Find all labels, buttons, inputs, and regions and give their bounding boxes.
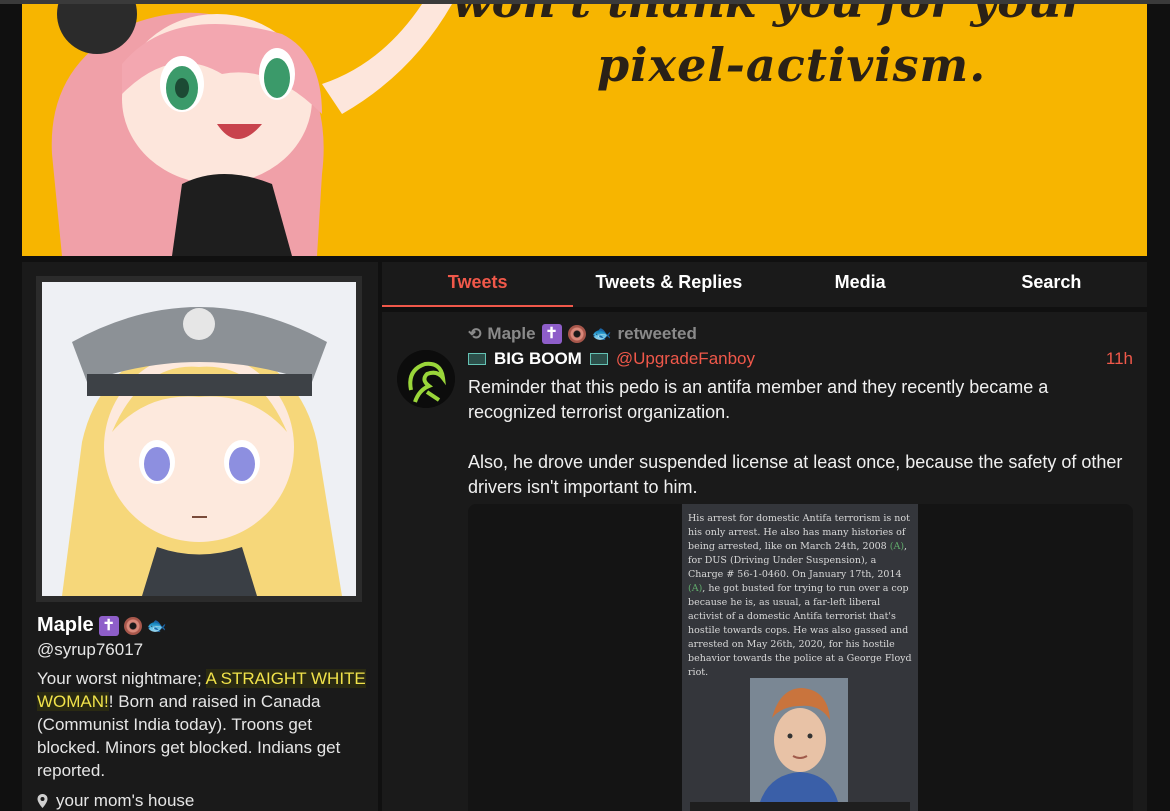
- tweet-header: BIG BOOM @UpgradeFanboy 11h: [468, 349, 1133, 369]
- banner-text: pixel-activism.: [597, 38, 987, 92]
- tweet-author-avatar[interactable]: [397, 350, 455, 408]
- tweet-paragraph: Reminder that this pedo is an antifa mem…: [468, 377, 1049, 422]
- profile-name: Maple ✝ 🐟: [37, 614, 167, 637]
- profile-name-text: Maple: [37, 614, 94, 636]
- donut-emoji-icon: [567, 325, 586, 343]
- mugshot-photo: [750, 678, 848, 802]
- fish-emoji-icon: 🐟: [591, 326, 612, 343]
- media-document-text: His arrest for domestic Antifa terrorism…: [688, 512, 912, 680]
- profile-tabs: Tweets Tweets & Replies Media Search: [382, 262, 1147, 307]
- banner-anime-girl-illustration: [51, 4, 452, 256]
- tweet-timestamp[interactable]: 11h: [1106, 349, 1133, 369]
- tab-search[interactable]: Search: [956, 262, 1147, 307]
- banner-text-top: won't thank you for your: [452, 4, 1086, 28]
- tweet-paragraph: Also, he drove under suspended license a…: [468, 452, 1123, 497]
- profile-bio: Your worst nightmare; A STRAIGHT WHITE W…: [37, 667, 367, 782]
- terminal-emoji-icon: [468, 353, 486, 365]
- retweet-icon: ⟲: [468, 326, 482, 343]
- bio-text-before: Your worst nightmare;: [37, 669, 206, 688]
- tweet-media[interactable]: His arrest for domestic Antifa terrorism…: [468, 504, 1133, 811]
- cross-emoji-icon: ✝: [541, 324, 562, 344]
- tab-tweets[interactable]: Tweets: [382, 262, 574, 307]
- document-footer-strip: [690, 802, 910, 811]
- tweet-author-handle[interactable]: @UpgradeFanboy: [616, 349, 755, 369]
- media-text-part: His arrest for domestic Antifa terrorism…: [688, 513, 910, 552]
- retweeted-label: retweeted: [617, 324, 697, 343]
- location-pin-icon: [37, 794, 48, 808]
- donut-emoji-icon: [123, 616, 142, 635]
- avatar[interactable]: [36, 276, 362, 602]
- profile-banner: won't thank you for your pixel-activism.: [22, 4, 1147, 256]
- fish-emoji-icon: 🐟: [146, 617, 167, 635]
- terminal-emoji-icon: [589, 353, 608, 365]
- media-link: (A): [688, 583, 703, 594]
- timeline: ⟲ Maple ✝ 🐟 retweeted BIG BOOM @UpgradeF…: [382, 312, 1147, 811]
- media-link: (A): [889, 541, 905, 552]
- cross-emoji-icon: ✝: [98, 615, 119, 636]
- tab-media[interactable]: Media: [765, 262, 956, 307]
- tweet-author-name[interactable]: BIG BOOM: [494, 349, 582, 369]
- profile-handle: @syrup76017: [37, 640, 144, 659]
- profile-location: your mom's house: [37, 791, 194, 811]
- tweet-body: Reminder that this pedo is an antifa mem…: [468, 375, 1128, 525]
- retweeted-by-name[interactable]: Maple: [487, 324, 535, 344]
- author-avatar-graphic: [397, 350, 455, 408]
- media-document-image[interactable]: His arrest for domestic Antifa terrorism…: [682, 504, 918, 811]
- avatar-anime-girl-illustration: [42, 282, 356, 596]
- location-text: your mom's house: [56, 791, 195, 810]
- tab-tweets-and-replies[interactable]: Tweets & Replies: [573, 262, 764, 307]
- mugshot-illustration: [750, 678, 848, 802]
- retweet-indicator[interactable]: ⟲ Maple ✝ 🐟 retweeted: [468, 324, 697, 344]
- profile-sidebar: Maple ✝ 🐟 @syrup76017 Your worst nightma…: [22, 262, 378, 811]
- media-text-part: , he got busted for trying to run over a…: [688, 583, 912, 678]
